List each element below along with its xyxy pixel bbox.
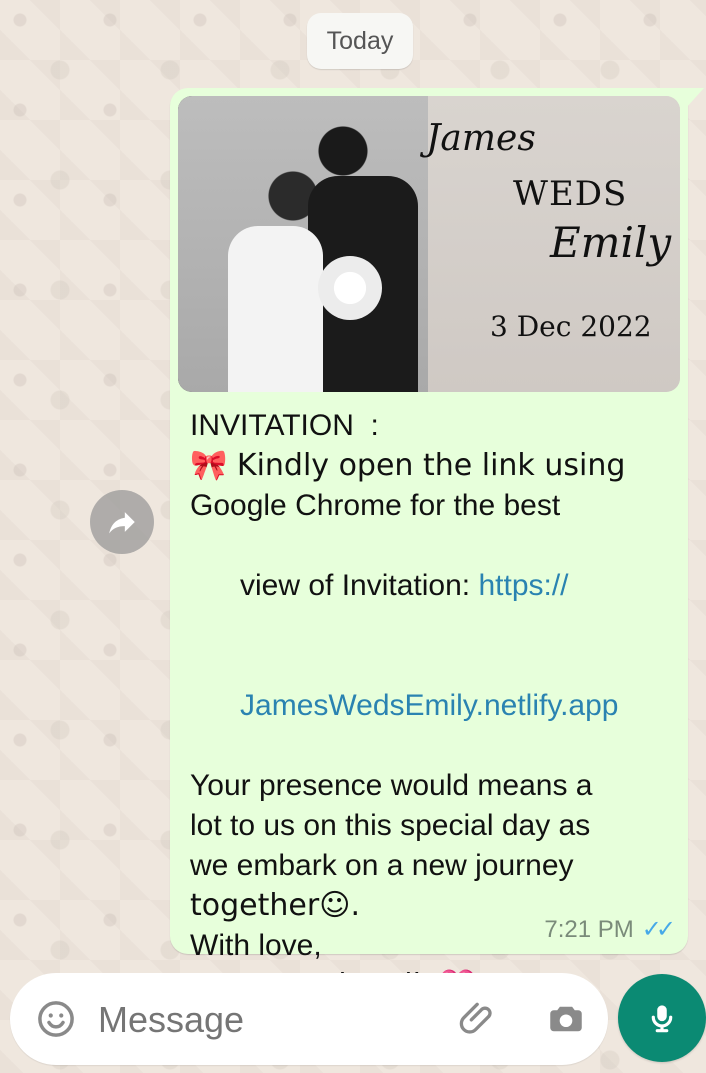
camera-icon bbox=[550, 1006, 582, 1032]
message-line-8: we embark on a new journey bbox=[190, 849, 574, 882]
camera-button[interactable] bbox=[538, 991, 594, 1047]
message-composer bbox=[10, 973, 608, 1065]
attach-button[interactable] bbox=[450, 991, 506, 1047]
message-line-3: Google Chrome for the best bbox=[190, 489, 561, 522]
date-separator: Today bbox=[307, 13, 413, 69]
emoji-button[interactable] bbox=[28, 991, 84, 1047]
invitation-date: 3 Dec 2022 bbox=[490, 310, 652, 343]
invitation-name-bottom: Emily bbox=[550, 218, 672, 267]
message-line-7: lot to us on this special day as bbox=[190, 809, 591, 842]
bride-silhouette bbox=[228, 226, 323, 392]
invitation-name-top: James bbox=[426, 118, 536, 159]
bouquet-shape bbox=[318, 256, 382, 320]
invitation-weds: WEDS bbox=[513, 174, 628, 214]
mic-icon bbox=[651, 1005, 673, 1033]
message-line-1: INVITATION : bbox=[190, 409, 379, 442]
attach-icon bbox=[459, 1002, 492, 1034]
forward-icon bbox=[109, 512, 135, 534]
couple-photo bbox=[178, 96, 428, 392]
message-input[interactable] bbox=[96, 993, 430, 1047]
bubble-tail bbox=[686, 88, 704, 108]
message-line-2: 🎀 Kindly open the link using bbox=[190, 448, 626, 483]
invitation-link-part-2[interactable]: JamesWedsEmily.netlify.app bbox=[240, 689, 618, 722]
message-meta: 7:21 PM ✓✓ bbox=[544, 916, 676, 944]
message-time: 7:21 PM bbox=[544, 916, 634, 943]
forward-button[interactable] bbox=[90, 490, 154, 554]
message-line-5: JamesWedsEmily.netlify.app bbox=[190, 646, 660, 766]
read-receipt-icon: ✓✓ bbox=[641, 916, 676, 943]
outgoing-message-bubble[interactable]: James WEDS Emily 3 Dec 2022 INVITATION :… bbox=[170, 88, 704, 1003]
invitation-image[interactable]: James WEDS Emily 3 Dec 2022 bbox=[178, 96, 680, 392]
emoji-icon bbox=[38, 1001, 74, 1037]
message-line-4-prefix: view of Invitation: bbox=[240, 569, 479, 602]
message-line-4: view of Invitation: https:// bbox=[190, 526, 660, 646]
message-line-6: Your presence would means a bbox=[190, 769, 593, 802]
voice-message-button[interactable] bbox=[618, 974, 706, 1062]
invitation-link-part-1[interactable]: https:// bbox=[478, 569, 568, 602]
date-separator-label: Today bbox=[326, 26, 394, 55]
